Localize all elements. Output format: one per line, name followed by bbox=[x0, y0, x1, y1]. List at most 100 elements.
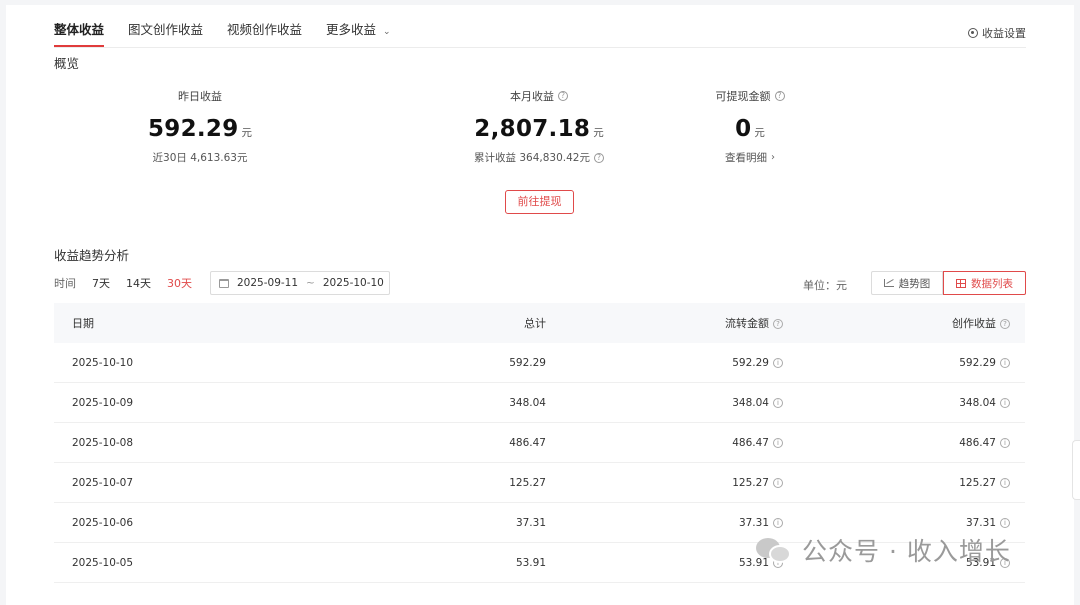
info-icon[interactable]: i bbox=[773, 477, 783, 488]
cell-transfer-value: 37.31 bbox=[738, 516, 769, 529]
trend-chart-button[interactable]: 趋势图 bbox=[871, 271, 943, 295]
cell-transfer: 592.29 i bbox=[546, 357, 783, 369]
trend-chart-label: 趋势图 bbox=[898, 277, 931, 290]
watermark-text: 公众号 · 收入增长 bbox=[802, 537, 1011, 566]
side-scroll-tab[interactable] bbox=[1072, 440, 1080, 500]
header-transfer: 流转金额? bbox=[546, 315, 783, 331]
earnings-settings-link[interactable]: 收益设置 bbox=[968, 25, 1026, 41]
cell-creation: 592.29 i bbox=[783, 357, 1010, 369]
withdraw-button[interactable]: 前往提现 bbox=[505, 190, 574, 214]
overview-heading: 概览 bbox=[54, 56, 80, 71]
header-total: 总计 bbox=[524, 317, 546, 330]
cell-creation-value: 486.47 bbox=[959, 436, 996, 449]
cell-creation-value: 348.04 bbox=[959, 396, 996, 409]
cell-creation-value: 592.29 bbox=[959, 356, 996, 369]
info-icon[interactable]: i bbox=[1000, 357, 1010, 368]
header-date: 日期 bbox=[72, 317, 94, 330]
tab-article-earnings[interactable]: 图文创作收益 bbox=[128, 5, 203, 47]
trend-analysis-heading: 收益趋势分析 bbox=[54, 248, 130, 263]
cell-total-value: 592.29 bbox=[509, 356, 546, 369]
cell-transfer-value: 125.27 bbox=[732, 476, 769, 489]
table-icon bbox=[956, 278, 966, 288]
tab-video-earnings[interactable]: 视频创作收益 bbox=[227, 5, 302, 47]
range-14-days[interactable]: 14天 bbox=[126, 275, 151, 291]
tab-more-earnings[interactable]: 更多收益 ⌄ bbox=[326, 5, 391, 47]
cell-date: 2025-10-06 bbox=[54, 517, 274, 529]
cell-creation: 486.47 i bbox=[783, 437, 1010, 449]
tab-overall-earnings[interactable]: 整体收益 bbox=[54, 5, 105, 47]
view-details-text: 查看明细 bbox=[725, 152, 767, 164]
cell-transfer-value: 486.47 bbox=[732, 436, 769, 449]
cell-transfer-value: 348.04 bbox=[732, 396, 769, 409]
month-unit: 元 bbox=[593, 127, 604, 139]
cumulative-earnings: 累计收益 364,830.42元? bbox=[474, 150, 604, 165]
cell-date-value: 2025-10-05 bbox=[72, 556, 134, 569]
watermark: 公众号 · 收入增长 bbox=[754, 533, 1011, 567]
info-icon[interactable]: i bbox=[1000, 437, 1010, 448]
cell-total-value: 37.31 bbox=[515, 516, 546, 529]
view-details-link[interactable]: 查看明细 › bbox=[725, 150, 775, 165]
info-icon[interactable]: i bbox=[1000, 517, 1010, 528]
cell-transfer: 53.91i bbox=[546, 557, 783, 569]
range-30-days[interactable]: 30天 bbox=[167, 275, 192, 291]
info-icon[interactable]: i bbox=[773, 517, 783, 528]
cell-transfer: 486.47 i bbox=[546, 437, 783, 449]
cell-date: 2025-10-08 bbox=[54, 437, 274, 449]
cell-date-value: 2025-10-07 bbox=[72, 476, 134, 489]
info-icon[interactable]: i bbox=[773, 397, 783, 408]
cumulative-text: 累计收益 364,830.42元 bbox=[474, 152, 590, 164]
withdrawable-unit: 元 bbox=[754, 127, 765, 139]
cell-total: 37.31 bbox=[274, 517, 546, 529]
cell-total-value: 486.47 bbox=[509, 436, 546, 449]
time-label: 时间 bbox=[54, 277, 76, 290]
cell-transfer: 125.27 i bbox=[546, 477, 783, 489]
info-icon[interactable]: i bbox=[1000, 397, 1010, 408]
info-icon[interactable]: i bbox=[1000, 477, 1010, 488]
header-transfer-text: 流转金额 bbox=[725, 317, 769, 330]
month-label-text: 本月收益 bbox=[510, 90, 554, 103]
cell-date: 2025-10-07 bbox=[54, 477, 274, 489]
calendar-icon bbox=[219, 278, 229, 288]
table-row: 2025-10-10 592.29 592.29 i 592.29 i bbox=[54, 343, 1025, 383]
cell-transfer-value: 592.29 bbox=[732, 356, 769, 369]
cell-date-value: 2025-10-10 bbox=[72, 356, 134, 369]
info-icon[interactable]: i bbox=[773, 437, 783, 448]
cell-total-value: 53.91 bbox=[515, 556, 546, 569]
date-separator: ~ bbox=[306, 277, 315, 289]
last-30-days-total: 近30日 4,613.63元 bbox=[152, 152, 248, 164]
yesterday-amount: 592.29 bbox=[147, 116, 239, 142]
table-row: 2025-10-09 348.04 348.04 i 348.04 i bbox=[54, 383, 1025, 423]
cell-date: 2025-10-09 bbox=[54, 397, 274, 409]
withdrawable-label-text: 可提现金额 bbox=[715, 90, 771, 103]
chevron-down-icon: ⌄ bbox=[383, 27, 391, 37]
date-range-picker[interactable]: 2025-09-11 ~ 2025-10-10 bbox=[210, 271, 390, 295]
yesterday-unit: 元 bbox=[241, 127, 253, 139]
range-7-days[interactable]: 7天 bbox=[92, 275, 110, 291]
unit-label: 单位：元 bbox=[803, 279, 847, 292]
cell-date: 2025-10-05 bbox=[54, 557, 274, 569]
cell-creation: 348.04 i bbox=[783, 397, 1010, 409]
help-icon[interactable]: ? bbox=[773, 319, 783, 329]
table-row: 2025-10-07 125.27 125.27 i 125.27 i bbox=[54, 463, 1025, 503]
table-header: 日期 总计 流转金额? 创作收益? bbox=[54, 303, 1025, 343]
data-list-button[interactable]: 数据列表 bbox=[943, 271, 1026, 295]
withdrawable-label: 可提现金额? bbox=[716, 88, 785, 104]
cell-transfer: 348.04 i bbox=[546, 397, 783, 409]
help-icon[interactable]: ? bbox=[774, 91, 785, 101]
table-row: 2025-10-08 486.47 486.47 i 486.47 i bbox=[54, 423, 1025, 463]
date-start: 2025-09-11 bbox=[237, 277, 299, 289]
help-icon[interactable]: ? bbox=[593, 152, 604, 163]
cell-total: 348.04 bbox=[274, 397, 546, 409]
info-icon[interactable]: i bbox=[773, 357, 783, 368]
cell-date-value: 2025-10-08 bbox=[72, 436, 134, 449]
month-earnings-stat: 本月收益? 2,807.18 元 累计收益 364,830.42元? bbox=[464, 88, 614, 165]
month-earnings-value: 2,807.18 元 bbox=[464, 116, 614, 142]
tab-divider bbox=[54, 47, 1026, 48]
help-icon[interactable]: ? bbox=[558, 91, 568, 101]
cell-creation: 125.27 i bbox=[783, 477, 1010, 489]
cell-creation: 37.31 i bbox=[783, 517, 1010, 529]
help-icon[interactable]: ? bbox=[1000, 319, 1010, 329]
tab-bar: 整体收益 图文创作收益 视频创作收益 更多收益 ⌄ bbox=[54, 5, 415, 47]
cell-date-value: 2025-10-09 bbox=[72, 396, 134, 409]
cell-total-value: 125.27 bbox=[509, 476, 546, 489]
